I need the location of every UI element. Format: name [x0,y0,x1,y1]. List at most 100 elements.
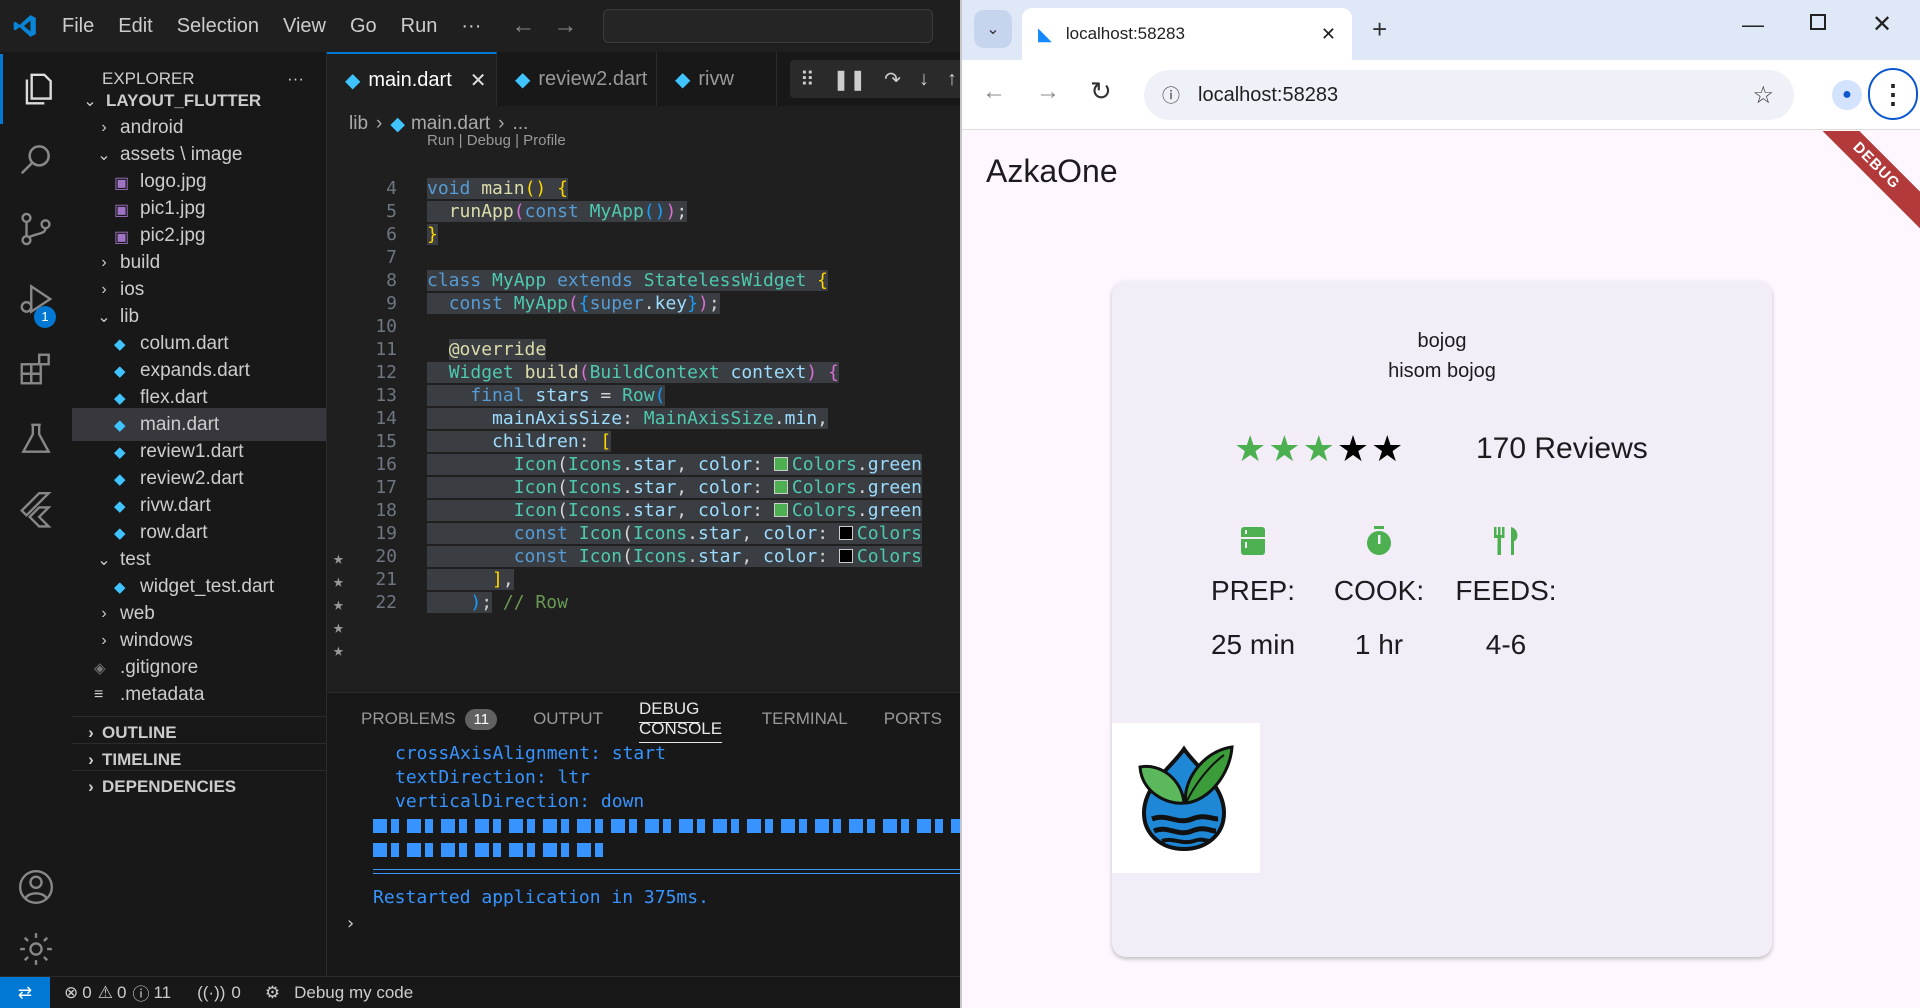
forward-arrow-icon[interactable]: → [1036,78,1060,106]
tree-file[interactable]: ≡ .metadata [72,678,326,711]
step-into-icon[interactable]: ↓ [919,68,929,91]
maximize-icon[interactable] [1810,14,1826,30]
menu-file[interactable]: File [50,0,106,52]
tab-rivw-dart[interactable]: ◆ rivw [657,52,777,106]
tree-item-label: widget_test.dart [140,575,275,597]
browser-menu-kebab-icon[interactable]: ⋮ [1868,68,1918,120]
console-prompt-chevron-icon[interactable]: › [345,913,356,934]
testing-flask-icon[interactable] [0,404,72,474]
tab-debug-console[interactable]: DEBUG CONSOLE [621,693,744,745]
back-arrow-icon[interactable]: ← [982,78,1006,106]
vscode-window: File Edit Selection View Go Run ··· ← → … [0,0,960,1008]
menu-edit[interactable]: Edit [106,0,164,52]
step-over-icon[interactable]: ↷ [884,67,901,92]
tab-output[interactable]: OUTPUT [515,693,621,745]
ports-broadcast-icon[interactable]: ((·)) [197,983,225,1003]
pause-icon[interactable]: ❚❚ [833,67,867,92]
image-file-icon: ▣ [114,228,130,246]
tab-search-chevron-down-icon[interactable]: ⌄ [974,10,1012,48]
tree-item-label: pic2.jpg [140,224,206,246]
breadcrumb: lib › ◆ main.dart › ... [349,113,529,135]
minimize-icon[interactable]: — [1742,12,1764,38]
forward-arrow-icon[interactable]: → [553,12,577,40]
ports-count[interactable]: 0 [231,983,240,1003]
tree-item-label: pic1.jpg [140,197,206,219]
card-title: bojog hisom bojog [1112,326,1772,386]
gutter-star-icon: ★ [333,617,344,638]
url-text[interactable]: localhost:58283 [1198,84,1338,107]
command-center-search[interactable] [603,9,934,43]
info-icon[interactable]: ⓘ [132,980,149,1005]
chevron-right-icon: › [101,604,107,622]
code-line: Icon(Icons.star, color: Colors.green [427,477,922,498]
gutter-star-icon: ★ [333,548,344,569]
tree-item-label: .metadata [120,683,205,705]
remote-icon[interactable]: ⇄ [0,976,50,1008]
tab-ports[interactable]: PORTS [866,693,960,745]
back-arrow-icon[interactable]: ← [511,12,535,40]
tab-review2-dart[interactable]: ◆ review2.dart [497,52,657,106]
warning-icon[interactable]: ⚠ [98,983,113,1003]
chevron-down-icon: ⌄ [97,146,111,164]
console-restart-message: Restarted application in 375ms. [373,887,709,908]
menu-run[interactable]: Run [389,0,450,52]
flutter-icon[interactable] [0,474,72,544]
menu-selection[interactable]: Selection [165,0,271,52]
tab-problems[interactable]: PROBLEMS 11 [343,693,515,745]
chevron-right-icon: › [101,118,107,136]
dart-file-icon: ◆ [114,362,126,380]
drag-handle-icon[interactable]: ⠿ [800,67,815,92]
code-editor[interactable]: Run | Debug | Profile 4 5 6 7 8 9 10 11 12 13 14 15… [327,132,960,692]
profile-avatar-icon[interactable]: ● [1832,80,1862,110]
line-number: 6 [386,224,397,245]
address-bar[interactable]: ⓘ localhost:58283 ☆ [1144,70,1794,120]
tab-terminal[interactable]: TERMINAL [744,693,866,745]
settings-gear-icon[interactable] [0,914,72,984]
info-feeds: FEEDS: 4-6 [1431,521,1581,665]
breadcrumb-folder[interactable]: lib [349,113,368,135]
bookmark-star-icon[interactable]: ☆ [1752,81,1774,110]
debug-config-label[interactable]: Debug my code [294,983,413,1003]
code-line: ], [427,569,514,590]
code-line: ); // Row [427,592,568,613]
code-line: const Icon(Icons.star, color: Colors [427,523,922,544]
source-control-icon[interactable] [0,194,72,264]
tab-main-dart[interactable]: ◆ main.dart ✕ [327,52,497,106]
warning-count[interactable]: 0 [117,983,126,1003]
debug-launch-icon[interactable]: ⚙ [265,983,280,1003]
reload-icon[interactable]: ↻ [1090,76,1112,107]
browser-tab[interactable]: ◣ localhost:58283 ✕ [1022,8,1352,60]
image-file-icon: ▣ [114,201,130,219]
close-window-icon[interactable]: ✕ [1872,10,1892,39]
tree-item-label: LAYOUT_FLUTTER [106,90,262,110]
code-line: class MyApp extends StatelessWidget { [427,270,829,291]
info-count[interactable]: 11 [153,983,171,1003]
site-info-icon[interactable]: ⓘ [1162,82,1180,108]
dart-file-icon: ◆ [114,497,126,515]
chevron-down-icon: ⌄ [83,92,97,110]
explorer-files-icon[interactable] [0,54,72,124]
account-icon[interactable] [0,852,72,922]
extensions-icon[interactable] [0,334,72,404]
line-number: 7 [386,247,397,268]
close-tab-icon[interactable]: ✕ [470,68,487,93]
error-count[interactable]: 0 [82,983,91,1003]
line-number: 17 [375,477,397,498]
dart-file-icon: ◆ [390,113,405,135]
run-debug-icon[interactable]: 1 [0,264,72,334]
bottom-panel: PROBLEMS 11 OUTPUT DEBUG CONSOLE TERMINAL… [327,692,960,976]
step-out-icon[interactable]: ↑ [947,68,957,91]
dart-file-icon: ◆ [114,389,126,407]
search-icon[interactable] [0,124,72,194]
sidebar-section-dependencies[interactable]: › DEPENDENCIES [72,770,326,803]
error-icon[interactable]: ⊗ [64,983,78,1003]
info-value: 4-6 [1485,629,1527,660]
console-line: textDirection: ltr [395,767,591,788]
star-filled-green-icon: ★ [1302,428,1335,469]
close-tab-icon[interactable]: ✕ [1321,24,1336,45]
menu-go[interactable]: Go [338,0,389,52]
menu-view[interactable]: View [271,0,338,52]
menu-more[interactable]: ··· [449,0,493,52]
codelens[interactable]: Run | Debug | Profile [427,132,566,149]
new-tab-plus-icon[interactable]: + [1372,14,1387,45]
